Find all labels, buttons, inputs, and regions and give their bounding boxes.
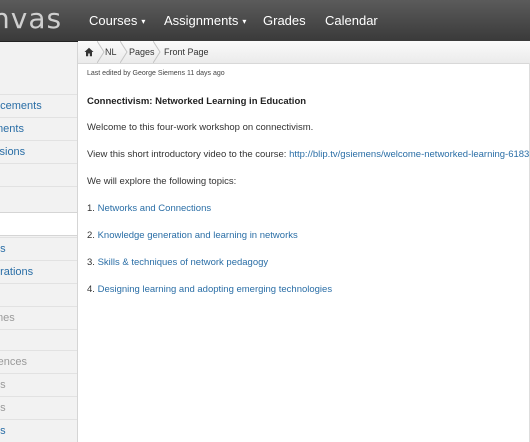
sidebar-item-syllabus[interactable]: us [0,237,77,260]
nav-grades[interactable]: Grades [263,0,306,41]
nav-calendar-label: Calendar [325,13,378,28]
chevron-down-icon: ▾ [242,17,247,27]
nav-grades-label: Grades [263,13,306,28]
home-icon[interactable] [84,47,94,57]
last-edited-info: Last edited by George Siemens 11 days ag… [87,70,225,77]
welcome-text: Welcome to this four-work workshop on co… [87,122,314,133]
breadcrumb-separator [153,41,161,63]
sidebar-item-blank[interactable] [0,329,77,352]
top-navigation-bar: nvas Courses ▾ Assignments ▾ Grades Calend… [0,0,530,42]
topic-link[interactable]: Skills & techniques of network pedagogy [98,257,269,268]
topic-item: 2. Knowledge generation and learning in … [87,230,298,241]
sidebar-item-grades[interactable] [0,163,77,186]
breadcrumb-course[interactable]: NL [105,41,117,63]
breadcrumb-front-page[interactable]: Front Page [164,41,209,63]
sidebar-item-label: es [0,402,6,414]
sidebar-item-label: gs [0,425,6,437]
breadcrumb-separator [120,41,128,63]
sidebar-item-people[interactable]: os [0,373,77,396]
nav-courses[interactable]: Courses ▾ [89,0,145,41]
sidebar-item-label: us [0,243,6,255]
sidebar-item-settings[interactable]: gs [0,419,77,442]
topics-intro: We will explore the following topics: [87,176,237,187]
video-paragraph: View this short introductory video to th… [87,149,530,160]
sidebar-item-collaborations[interactable]: orations [0,260,77,283]
topic-link[interactable]: Networks and Connections [98,203,212,214]
canvas-logo[interactable]: nvas [0,2,62,35]
video-prefix: View this short introductory video to th… [87,149,287,160]
topic-number: 1. [87,203,95,214]
nav-assignments-label: Assignments [164,13,239,28]
sidebar-item-label: os [0,379,6,391]
breadcrumb-separator [97,41,105,63]
topic-item: 3. Skills & techniques of network pedago… [87,257,268,268]
topic-item: 1. Networks and Connections [87,203,211,214]
sidebar-item-label: orations [0,266,34,278]
sidebar-item-label: ncements [0,100,42,112]
nav-assignments[interactable]: Assignments ▾ [164,0,246,41]
nav-calendar[interactable]: Calendar [325,0,378,41]
topic-number: 2. [87,230,95,241]
course-sidebar: ncements ments ssions s us orations s me… [0,42,78,442]
sidebar-item-quizzes[interactable]: s [0,283,77,306]
sidebar-item-outcomes[interactable]: mes [0,306,77,329]
nav-courses-label: Courses [89,13,138,28]
video-link[interactable]: http://blip.tv/gsiemens/welcome-networke… [289,149,530,160]
topic-number: 4. [87,284,95,295]
sidebar-item-discussions[interactable]: ssions [0,140,77,163]
breadcrumb: NL Pages Front Page [78,41,530,64]
sidebar-item-conferences[interactable]: rences [0,350,77,373]
chevron-down-icon: ▾ [141,17,146,27]
topic-number: 3. [87,257,95,268]
sidebar-item-blank[interactable] [0,186,77,209]
breadcrumb-pages[interactable]: Pages [129,41,155,63]
sidebar-item-label: ssions [0,146,26,158]
topic-item: 4. Designing learning and adopting emerg… [87,284,332,295]
sidebar-item-assignments[interactable]: ments [0,117,77,140]
page-title: Connectivism: Networked Learning in Educ… [87,96,307,107]
sidebar-item-label: mes [0,312,15,324]
sidebar-item-label: ments [0,123,24,135]
sidebar-item-files[interactable]: es [0,396,77,419]
topic-link[interactable]: Knowledge generation and learning in net… [98,230,298,241]
sidebar-item-label: rences [0,356,28,368]
sidebar-item-announcements[interactable]: ncements [0,94,77,117]
sidebar-item-pages[interactable]: s [0,212,77,236]
topic-link[interactable]: Designing learning and adopting emerging… [98,284,333,295]
